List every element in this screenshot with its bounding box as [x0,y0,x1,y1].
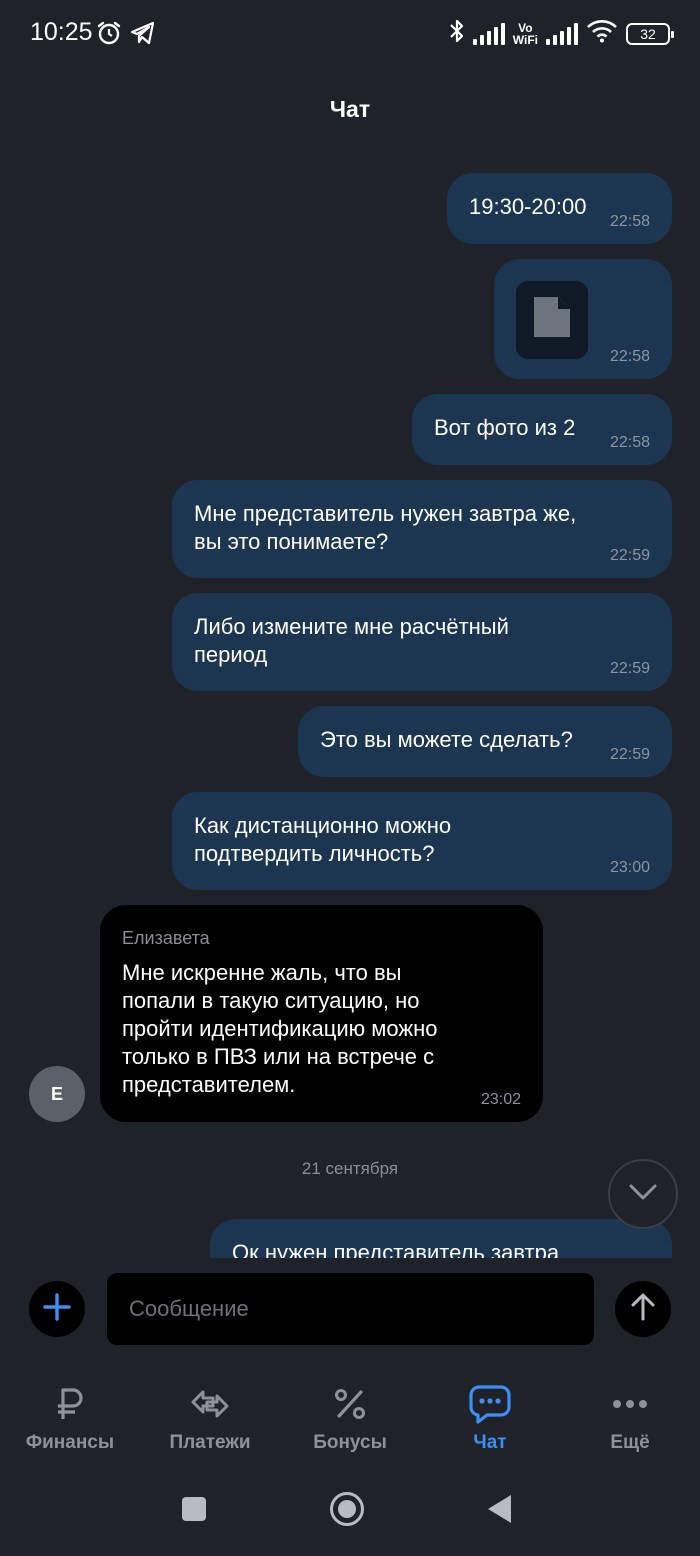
cell-signal-2-icon [546,22,578,45]
message-outgoing[interactable]: Вот фото из 2 22:58 [412,394,672,465]
nav-item-finances[interactable]: Финансы [0,1380,140,1454]
message-text: Мне представитель нужен завтра же, вы эт… [194,501,577,554]
nav-label: Платежи [169,1432,251,1453]
status-bar: 10:25 Vo WiFi 32 [0,0,700,66]
nav-label: Ещё [610,1432,650,1453]
message-outgoing[interactable]: Ок нужен представитель завтра [210,1219,672,1258]
chevron-down-icon [628,1183,658,1206]
nav-label: Чат [473,1432,507,1453]
ruble-icon [0,1380,140,1428]
more-icon [560,1380,700,1428]
nav-item-chat[interactable]: Чат [420,1380,560,1454]
message-time: 22:58 [609,348,650,365]
message-text: Ок нужен представитель завтра [232,1240,560,1258]
message-text: Как дистанционно можно подтвердить лично… [194,813,452,866]
nav-item-payments[interactable]: Платежи [140,1380,280,1454]
message-text: Это вы можете сделать? [320,727,573,752]
nav-item-bonuses[interactable]: Бонусы [280,1380,420,1454]
message-incoming[interactable]: Елизавета Мне искренне жаль, что вы попа… [100,905,543,1122]
message-time: 23:00 [609,859,650,876]
nav-item-more[interactable]: Ещё [560,1380,700,1454]
bluetooth-icon [449,18,465,49]
battery-level: 32 [640,25,656,42]
wifi-icon [586,19,618,48]
message-outgoing[interactable]: Как дистанционно можно подтвердить лично… [172,792,672,890]
square-icon [181,1496,207,1527]
back-button[interactable] [475,1486,525,1536]
message-time: 22:59 [609,746,650,763]
alarm-icon [96,20,122,51]
message-input[interactable] [107,1273,594,1345]
chat-icon [420,1380,560,1428]
send-button[interactable] [615,1281,671,1337]
file-attachment[interactable] [516,281,588,359]
message-time: 22:59 [609,660,650,677]
avatar[interactable]: Е [29,1066,85,1122]
home-button[interactable] [322,1486,372,1536]
cell-signal-icon [472,22,505,45]
status-time: 10:25 [30,18,93,46]
file-icon [534,296,570,344]
arrow-up-icon [630,1293,656,1326]
message-attachment[interactable]: 22:58 [494,259,672,379]
battery-icon: 32 [626,22,674,45]
vowifi-bottom: WiFi [512,32,538,47]
scroll-down-button[interactable] [608,1159,678,1229]
plus-icon [43,1292,71,1326]
status-indicators: Vo WiFi 32 [449,18,674,49]
add-attachment-button[interactable] [29,1281,85,1337]
message-text: Мне искренне жаль, что вы попали в такую… [122,960,438,1097]
message-text: Либо измените мне расчётный период [194,614,509,667]
message-time: 23:02 [480,1091,521,1108]
telegram-icon [130,21,156,50]
message-composer [0,1272,700,1346]
message-list[interactable]: 19:30-20:00 22:58 22:58 Вот фото из 2 22… [0,160,700,1258]
message-outgoing[interactable]: 19:30-20:00 22:58 [447,173,672,244]
date-separator: 21 сентября [301,1159,399,1178]
recents-button[interactable] [169,1486,219,1536]
nav-label: Бонусы [313,1432,387,1453]
back-triangle-icon [487,1494,513,1529]
transfer-icon [140,1380,280,1428]
sender-name: Елизавета [122,928,210,948]
system-navigation [0,1486,700,1536]
message-outgoing[interactable]: Либо измените мне расчётный период 22:59 [172,593,672,691]
message-time: 22:59 [609,547,650,564]
vowifi-indicator: Vo WiFi [513,22,538,46]
message-time: 22:58 [609,434,650,451]
bottom-navigation: Финансы Платежи Бонусы Чат Ещё [0,1380,700,1464]
home-circle-icon [329,1491,365,1532]
page-title: Чат [329,96,371,122]
nav-label: Финансы [25,1432,115,1453]
message-outgoing[interactable]: Это вы можете сделать? 22:59 [298,706,672,777]
percent-icon [280,1380,420,1428]
message-time: 22:58 [609,213,650,230]
message-outgoing[interactable]: Мне представитель нужен завтра же, вы эт… [172,480,672,578]
